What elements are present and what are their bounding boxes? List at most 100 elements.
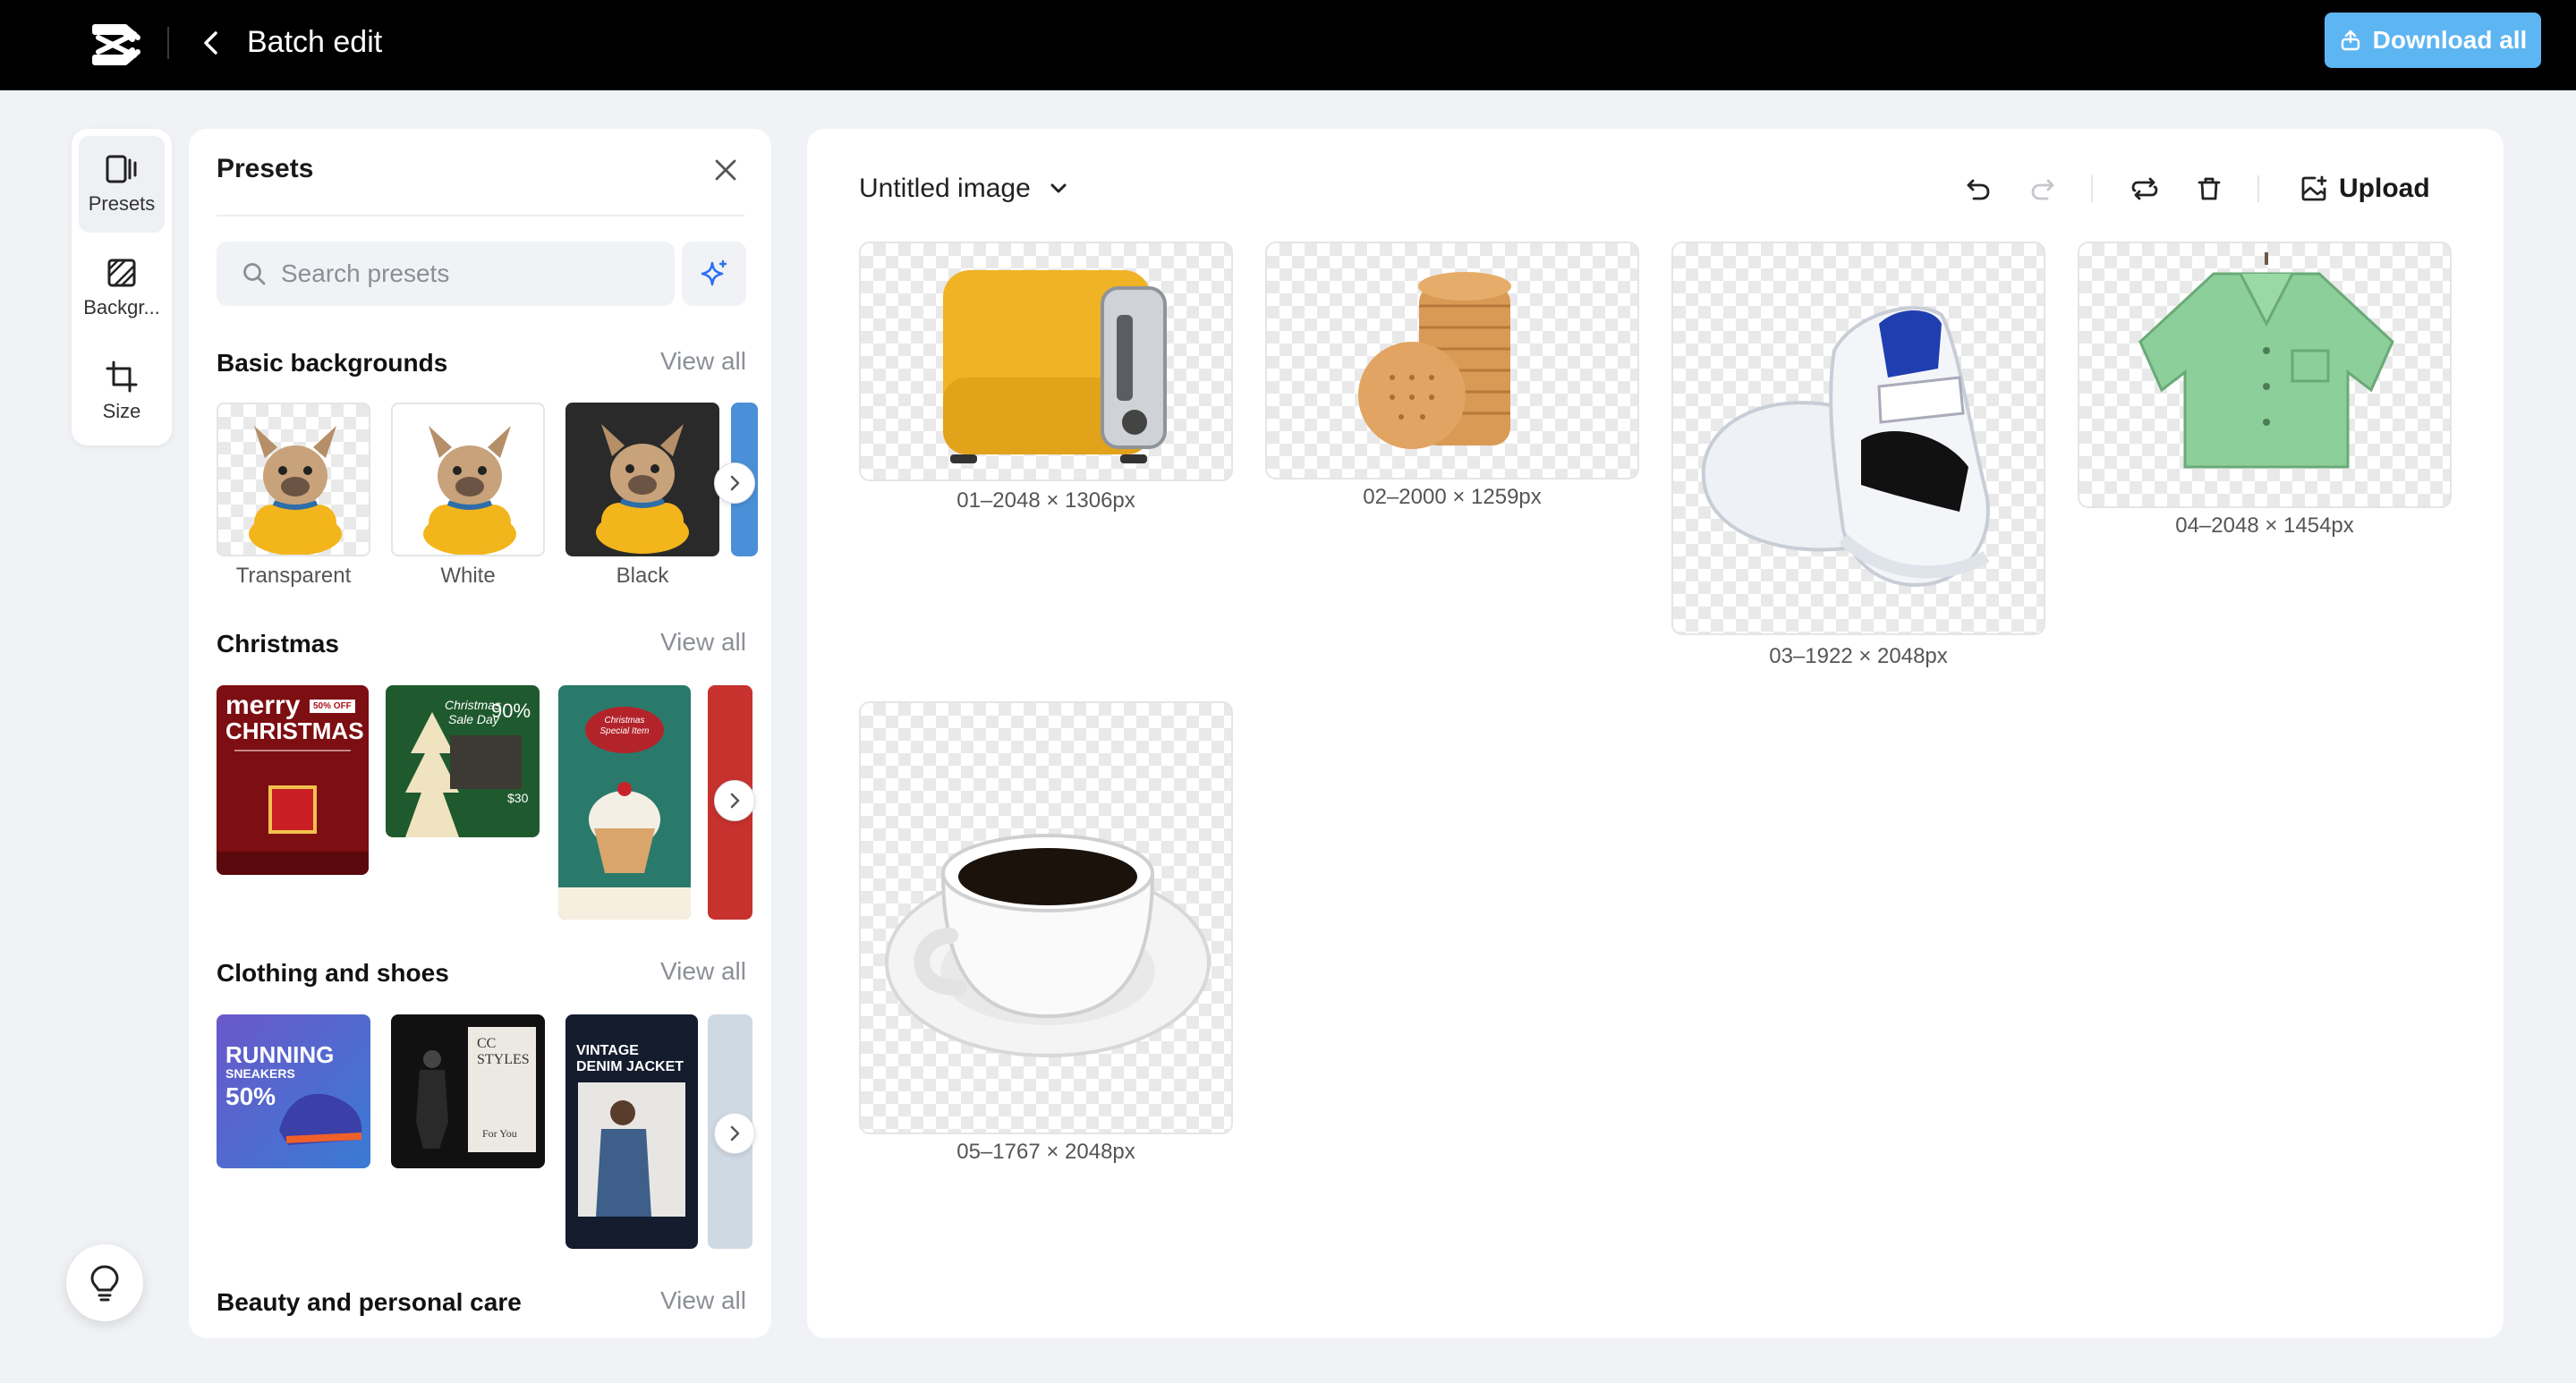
image-card[interactable] <box>859 701 1233 1134</box>
section-title-clothing: Clothing and shoes <box>217 959 449 987</box>
redo-button[interactable] <box>2022 168 2063 209</box>
template-running-sneakers[interactable]: RUNNING SNEAKERS 50% <box>217 1014 370 1168</box>
view-all-christmas[interactable]: View all <box>660 628 746 657</box>
crackers-image <box>1358 272 1511 449</box>
image-card[interactable] <box>2078 242 2452 508</box>
scroll-next-basic-button[interactable] <box>714 462 755 504</box>
sparkle-icon <box>701 259 727 286</box>
dog-image <box>249 426 342 555</box>
ai-generate-button[interactable] <box>682 242 746 306</box>
template-text: CHRISTMAS <box>225 717 364 744</box>
image-caption: 05–1767 × 2048px <box>956 1140 1135 1164</box>
search-presets-input[interactable] <box>281 259 657 288</box>
background-icon <box>107 259 136 287</box>
section-title-christmas: Christmas <box>217 630 339 658</box>
sneaker-icon <box>279 1093 362 1145</box>
template-text: merry <box>225 691 301 720</box>
template-merry-christmas[interactable]: merry 50% OFF CHRISTMAS <box>217 685 369 875</box>
rail-label-size: Size <box>102 400 141 422</box>
presets-title: Presets <box>217 154 314 183</box>
section-title-beauty: Beauty and personal care <box>217 1288 522 1316</box>
undo-button[interactable] <box>1958 168 1999 209</box>
presets-icon <box>106 155 137 183</box>
cupcake-icon <box>558 782 691 920</box>
preset-black[interactable] <box>565 403 719 556</box>
rail-label-presets: Presets <box>88 192 156 215</box>
section-title-basic-backgrounds: Basic backgrounds <box>217 349 448 377</box>
template-vintage-denim[interactable]: VINTAGE DENIM JACKET <box>565 1014 698 1249</box>
presets-divider <box>217 215 744 216</box>
search-icon <box>243 263 266 285</box>
view-all-beauty[interactable]: View all <box>660 1286 746 1315</box>
capcut-logo-icon[interactable] <box>89 20 143 70</box>
template-text: STYLES <box>477 1052 530 1067</box>
preset-white[interactable] <box>391 403 545 556</box>
image-card[interactable] <box>1265 242 1639 479</box>
template-text: CC <box>477 1036 497 1051</box>
sneaker-image <box>1701 306 1990 587</box>
download-all-button[interactable]: Download all <box>2325 13 2541 68</box>
preset-label-black: Black <box>616 564 669 588</box>
trash-icon <box>2198 177 2221 200</box>
image-caption: 04–2048 × 1454px <box>2175 513 2354 538</box>
template-text: $30 <box>507 791 529 805</box>
replace-button[interactable] <box>2124 168 2165 209</box>
close-icon <box>715 159 736 181</box>
preset-label-transparent: Transparent <box>235 564 352 588</box>
person-icon <box>416 1050 448 1149</box>
crop-icon <box>106 361 138 393</box>
dog-image <box>596 424 689 554</box>
toaster-image <box>943 270 1167 463</box>
workspace-panel: Untitled image Upload 01–2048 × 1306px 0… <box>807 129 2504 1338</box>
delete-button[interactable] <box>2189 168 2230 209</box>
rail-item-presets[interactable]: Presets <box>79 136 165 233</box>
preset-transparent[interactable] <box>217 403 370 556</box>
view-all-clothing[interactable]: View all <box>660 957 746 986</box>
scroll-next-clothing-button[interactable] <box>714 1113 755 1154</box>
page-title: Batch edit <box>247 25 383 59</box>
coffee-cup-image <box>885 834 1211 1057</box>
chevron-left-icon <box>204 31 217 55</box>
undo-icon <box>1967 179 1990 200</box>
toolbar-divider <box>2257 175 2259 202</box>
image-caption: 03–1922 × 2048px <box>1769 644 1948 668</box>
template-text: For You <box>482 1127 517 1140</box>
search-box[interactable] <box>217 242 675 306</box>
template-christmas-special[interactable]: Christmas Special Item <box>558 685 691 920</box>
close-presets-button[interactable] <box>710 154 742 186</box>
download-icon <box>2341 30 2359 51</box>
image-card[interactable] <box>859 242 1233 481</box>
chevron-right-icon <box>730 475 740 491</box>
upload-button[interactable]: Upload <box>2300 165 2430 213</box>
replace-icon <box>2131 177 2158 200</box>
document-title-dropdown[interactable]: Untitled image <box>859 168 1068 209</box>
gift-icon <box>268 785 317 834</box>
chevron-right-icon <box>730 793 740 809</box>
upload-image-icon <box>2301 175 2327 201</box>
chevron-right-icon <box>730 1125 740 1141</box>
image-caption: 01–2048 × 1306px <box>956 488 1135 513</box>
template-cc-styles[interactable]: CC STYLES For You <box>391 1014 545 1168</box>
chevron-down-icon <box>1050 183 1067 193</box>
image-caption: 02–2000 × 1259px <box>1363 485 1542 509</box>
toolbar-divider <box>2091 175 2093 202</box>
rail-item-background[interactable]: Backgr... <box>79 240 165 336</box>
tool-rail: Presets Backgr... Size <box>72 129 172 445</box>
preset-label-white: White <box>440 564 496 588</box>
back-button[interactable] <box>195 22 227 64</box>
scroll-next-christmas-button[interactable] <box>714 780 755 821</box>
redo-icon <box>2031 179 2054 200</box>
presets-panel: Presets Basic backgrounds View all <box>189 129 771 1338</box>
tips-button[interactable] <box>66 1244 143 1321</box>
image-card[interactable] <box>1671 242 2045 635</box>
template-christmas-sale[interactable]: Christmas Sale Day 90% $30 <box>386 685 540 837</box>
document-title: Untitled image <box>859 174 1031 203</box>
rail-label-background: Backgr... <box>83 296 160 318</box>
top-bar: Batch edit Download all <box>0 0 2576 90</box>
rail-item-size[interactable]: Size <box>79 344 165 440</box>
dog-image <box>423 426 516 555</box>
download-all-label: Download all <box>2372 26 2528 54</box>
view-all-basic-backgrounds[interactable]: View all <box>660 347 746 376</box>
shirt-image <box>2138 252 2394 469</box>
lightbulb-icon <box>90 1265 119 1302</box>
